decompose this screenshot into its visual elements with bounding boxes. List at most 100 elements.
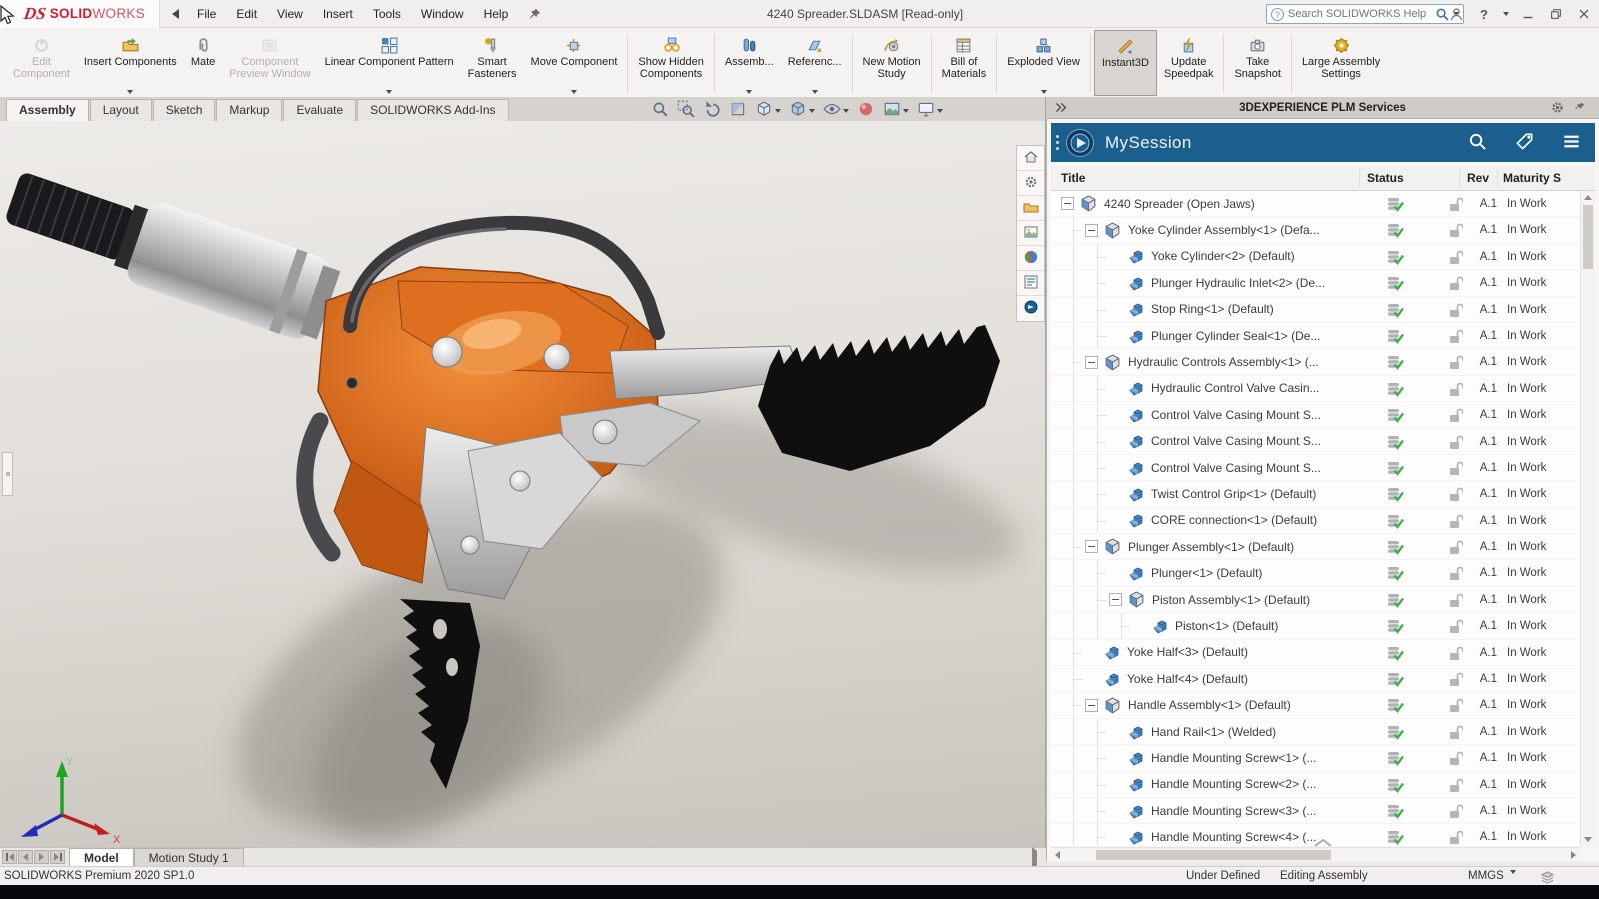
tree-row[interactable]: Yoke Cylinder Assembly<1> (Defa...A.1In … [1051,217,1580,243]
component-title[interactable]: Handle Mounting Screw<1> (... [1151,751,1316,765]
tab-scroll-right-icon[interactable] [1032,851,1037,865]
restore-button[interactable] [1547,5,1565,23]
component-title[interactable]: Piston Assembly<1> (Default) [1152,593,1310,607]
tree-row[interactable]: Control Valve Casing Mount S...A.1In Wor… [1051,429,1580,455]
ribbon-button-referenc[interactable]: Referenc... [781,30,849,96]
zoom-fit-button[interactable] [648,99,672,122]
hide-show-items-button[interactable] [820,99,852,122]
right-jaw[interactable] [758,325,1000,471]
minimize-button[interactable] [1519,5,1537,23]
tree-row[interactable]: Hydraulic Control Valve Casin...A.1In Wo… [1051,376,1580,402]
graphics-viewport[interactable]: Y X [0,121,1046,847]
collapse-toggle-icon[interactable] [1085,224,1098,237]
dropdown-caret[interactable] [937,109,943,113]
tree-row[interactable]: CORE connection<1> (Default)A.1In Work [1051,508,1580,534]
dropdown-caret[interactable] [809,109,815,113]
tree-row[interactable]: Plunger Cylinder Seal<1> (De...A.1In Wor… [1051,323,1580,349]
menu-file[interactable]: File [187,7,226,21]
component-title[interactable]: Yoke Cylinder Assembly<1> (Defa... [1128,223,1320,237]
component-title[interactable]: 4240 Spreader (Open Jaws) [1104,197,1255,211]
component-title[interactable]: Handle Mounting Screw<4> (... [1151,830,1316,844]
component-title[interactable]: Twist Control Grip<1> (Default) [1151,487,1316,501]
component-title[interactable]: Handle Assembly<1> (Default) [1128,698,1291,712]
component-title[interactable]: Plunger Hydraulic Inlet<2> (De... [1151,276,1325,290]
pin-menu-icon[interactable] [528,7,542,21]
collapse-toggle-icon[interactable] [1061,197,1074,210]
units-dropdown-caret[interactable] [1510,870,1516,874]
tree-row[interactable]: Hydraulic Controls Assembly<1> (...A.1In… [1051,349,1580,375]
tree-row[interactable]: Handle Assembly<1> (Default)A.1In Work [1051,692,1580,718]
tab-markup[interactable]: Markup [216,99,282,121]
collapse-toggle-icon[interactable] [1109,593,1122,606]
vertical-scroll-thumb[interactable] [1583,205,1593,269]
view-orientation-button[interactable] [752,99,784,122]
tree-row[interactable]: Control Valve Casing Mount S...A.1In Wor… [1051,402,1580,428]
last-study-icon[interactable] [50,850,65,864]
component-title[interactable]: Piston<1> (Default) [1175,619,1278,633]
ribbon-button-exploded-view[interactable]: Exploded View [1000,30,1087,96]
dropdown-caret[interactable] [775,109,781,113]
tab-evaluate[interactable]: Evaluate [283,99,356,121]
previous-study-icon[interactable] [18,850,33,864]
scroll-down-icon[interactable] [1581,833,1595,846]
component-title[interactable]: Control Valve Casing Mount S... [1151,434,1321,448]
column-rev[interactable]: Rev [1467,171,1489,185]
column-status[interactable]: Status [1367,171,1404,185]
tree-row[interactable]: Handle Mounting Screw<2> (...A.1In Work [1051,772,1580,798]
ribbon-button-show-hidden-components[interactable]: Show Hidden Components [631,30,710,96]
component-title[interactable]: Plunger Cylinder Seal<1> (De... [1151,329,1320,343]
panel-settings-gear-icon[interactable] [1550,100,1565,118]
tree-row[interactable]: 4240 Spreader (Open Jaws)A.1In Work [1051,191,1580,217]
menu-edit[interactable]: Edit [226,7,267,21]
taskpane-tab-view-palette[interactable] [1017,221,1044,246]
menu-window[interactable]: Window [411,7,474,21]
hamburger-menu-icon[interactable] [1548,132,1595,154]
undock-menu-icon[interactable] [172,9,179,19]
3dexperience-compass-icon[interactable] [1065,128,1095,158]
previous-view-button[interactable] [700,99,724,122]
view-settings-button[interactable] [914,99,946,122]
tree-row[interactable]: Handle Mounting Screw<1> (...A.1In Work [1051,745,1580,771]
next-study-icon[interactable] [34,850,49,864]
tree-row[interactable]: Plunger Assembly<1> (Default)A.1In Work [1051,534,1580,560]
tree-row[interactable]: Plunger<1> (Default)A.1In Work [1051,560,1580,586]
scroll-right-icon[interactable] [1567,848,1580,862]
collapse-toggle-icon[interactable] [1085,540,1098,553]
taskpane-tab-custom-properties[interactable] [1017,271,1044,296]
dropdown-caret[interactable] [746,90,752,94]
ribbon-button-update-speedpak[interactable]: Update Speedpak [1157,30,1221,96]
help-search-box[interactable]: ? [1266,4,1464,24]
ribbon-button-bill-of-materials[interactable]: Bill of Materials [935,30,994,96]
component-title[interactable]: Plunger Assembly<1> (Default) [1128,540,1294,554]
component-title[interactable]: Hand Rail<1> (Welded) [1151,725,1276,739]
scroll-up-icon[interactable] [1581,191,1595,204]
ribbon-button-large-assembly-settings[interactable]: Large Assembly Settings [1295,30,1387,96]
tree-row[interactable]: Yoke Half<3> (Default)A.1In Work [1051,640,1580,666]
tree-row[interactable]: Twist Control Grip<1> (Default)A.1In Wor… [1051,481,1580,507]
tab-layout[interactable]: Layout [90,99,152,121]
display-style-button[interactable] [786,99,818,122]
tree-row[interactable]: Handle Mounting Screw<3> (...A.1In Work [1051,798,1580,824]
tree-row[interactable]: Stop Ring<1> (Default)A.1In Work [1051,297,1580,323]
component-title[interactable]: Handle Mounting Screw<2> (... [1151,777,1316,791]
ribbon-button-linear-component-pattern[interactable]: Linear Component Pattern [318,30,461,96]
collapse-toggle-icon[interactable] [1085,699,1098,712]
tab-solidworks-add-ins[interactable]: SOLIDWORKS Add-Ins [357,99,508,121]
help-dropdown-caret[interactable] [1503,12,1509,16]
menu-help[interactable]: Help [474,7,519,21]
dropdown-caret[interactable] [571,90,577,94]
lower-tube[interactable] [305,421,332,553]
ribbon-button-new-motion-study[interactable]: New Motion Study [856,30,928,96]
help-search-input[interactable] [1288,8,1435,20]
help-button[interactable]: ? [1475,5,1493,23]
dropdown-caret[interactable] [812,90,818,94]
component-title[interactable]: CORE connection<1> (Default) [1151,513,1317,527]
first-study-icon[interactable] [2,850,17,864]
tree-row[interactable]: Control Valve Casing Mount S...A.1In Wor… [1051,455,1580,481]
ribbon-button-insert-components[interactable]: Insert Components [77,30,184,96]
close-button[interactable] [1575,5,1593,23]
taskpane-tab-design-library[interactable] [1017,196,1044,221]
component-title[interactable]: Stop Ring<1> (Default) [1151,302,1274,316]
zoom-area-button[interactable] [674,99,698,122]
component-title[interactable]: Hydraulic Controls Assembly<1> (... [1128,355,1319,369]
